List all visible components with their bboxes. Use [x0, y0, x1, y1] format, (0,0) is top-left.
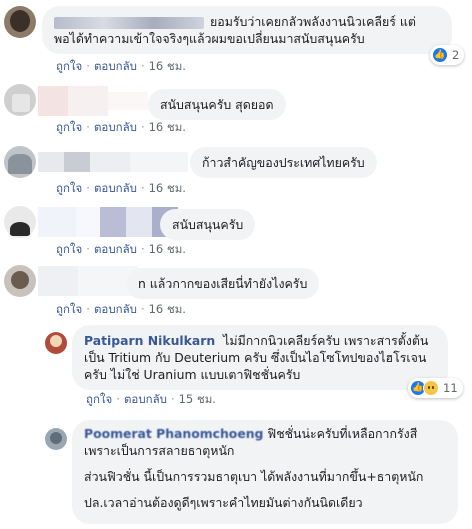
blurred-author-name[interactable] — [38, 266, 138, 296]
avatar[interactable] — [4, 206, 36, 238]
like-link[interactable]: ถูกใจ — [56, 241, 82, 259]
avatar[interactable] — [4, 84, 36, 116]
blurred-author-name[interactable] — [38, 148, 188, 174]
comment-bubble: ก้าวสำคัญของประเทศไทยครับ — [190, 147, 377, 178]
comment-bubble: ยอมรับว่าเคยกลัวพลังงานนิวเคลียร์ แต่พอไ… — [42, 6, 452, 54]
reply-link[interactable]: ตอบกลับ — [124, 391, 167, 409]
reply-paragraph: ปล.เวลาอ่านต้องดูดีๆเพราะคำไทยมันต่างกัน… — [84, 495, 363, 510]
reaction-count: 11 — [443, 381, 458, 395]
comment-bubble: n แล้วกากของเสียนี่ทำยังไงครับ — [126, 268, 320, 299]
comment-text: สนับสนุนครับ — [172, 217, 244, 232]
comment-bubble: สนับสนุนครับ — [160, 209, 256, 240]
reply-link[interactable]: ตอบกลับ — [94, 301, 137, 319]
comment-actions: ถูกใจ · ตอบกลับ · 16 ชม. — [56, 180, 186, 198]
reply-link[interactable]: ตอบกลับ — [94, 119, 137, 137]
reaction-summary[interactable]: 👍 2 — [430, 45, 465, 65]
comment-time[interactable]: 16 ชม. — [149, 301, 186, 319]
blurred-author-name[interactable] — [38, 86, 148, 116]
reply-author[interactable]: Poomerat Phanomchoeng — [84, 426, 263, 441]
comment-bubble: สนับสนุนครับ สุดยอด — [148, 89, 286, 120]
reply-time[interactable]: 15 ชม. — [179, 391, 216, 409]
reply-link[interactable]: ตอบกลับ — [94, 58, 137, 76]
comment-text: n แล้วกากของเสียนี่ทำยังไงครับ — [138, 276, 308, 291]
avatar[interactable] — [4, 146, 36, 178]
comment-time[interactable]: 16 ชม. — [149, 58, 186, 76]
like-link[interactable]: ถูกใจ — [56, 58, 82, 76]
reply-author[interactable]: Patiparn Nikulkarn — [84, 333, 215, 348]
comment-actions: ถูกใจ · ตอบกลับ · 16 ชม. — [56, 119, 186, 137]
reply-link[interactable]: ตอบกลับ — [94, 241, 137, 259]
comment-actions: ถูกใจ · ตอบกลับ · 16 ชม. — [56, 241, 186, 259]
reply-actions: ถูกใจ · ตอบกลับ · 15 ชม. — [86, 391, 216, 409]
reply-bubble: Patiparn Nikulkarn ไม่มีกากนิวเคลียร์ครั… — [72, 325, 448, 390]
comment-actions: ถูกใจ · ตอบกลับ · 16 ชม. — [56, 58, 186, 76]
avatar[interactable] — [4, 6, 36, 38]
comment-text: สนับสนุนครับ สุดยอด — [160, 97, 274, 112]
avatar[interactable] — [4, 265, 36, 297]
comment-actions: ถูกใจ · ตอบกลับ · 16 ชม. — [56, 301, 186, 319]
reaction-count: 2 — [452, 48, 460, 62]
comment-text: ก้าวสำคัญของประเทศไทยครับ — [202, 155, 365, 170]
comment-time[interactable]: 16 ชม. — [149, 241, 186, 259]
sad-reaction-icon — [423, 380, 439, 396]
blurred-author-name[interactable] — [38, 207, 178, 237]
blurred-author-name[interactable] — [54, 16, 204, 29]
avatar[interactable] — [45, 428, 67, 450]
reply-paragraph: ส่วนฟิวชั่น นี้เป็นการรวมธาตุเบา ได้พลัง… — [84, 469, 424, 484]
like-link[interactable]: ถูกใจ — [56, 180, 82, 198]
like-icon: 👍 — [432, 47, 448, 63]
reply-bubble: Poomerat Phanomchoeng ฟิชชั่นน่ะครับที่เห… — [72, 420, 458, 524]
like-link[interactable]: ถูกใจ — [86, 391, 112, 409]
avatar[interactable] — [45, 332, 67, 354]
reaction-summary[interactable]: 👍 11 — [408, 378, 463, 398]
comment-time[interactable]: 16 ชม. — [149, 180, 186, 198]
comment-time[interactable]: 16 ชม. — [149, 119, 186, 137]
reply-link[interactable]: ตอบกลับ — [94, 180, 137, 198]
like-link[interactable]: ถูกใจ — [56, 301, 82, 319]
like-link[interactable]: ถูกใจ — [56, 119, 82, 137]
